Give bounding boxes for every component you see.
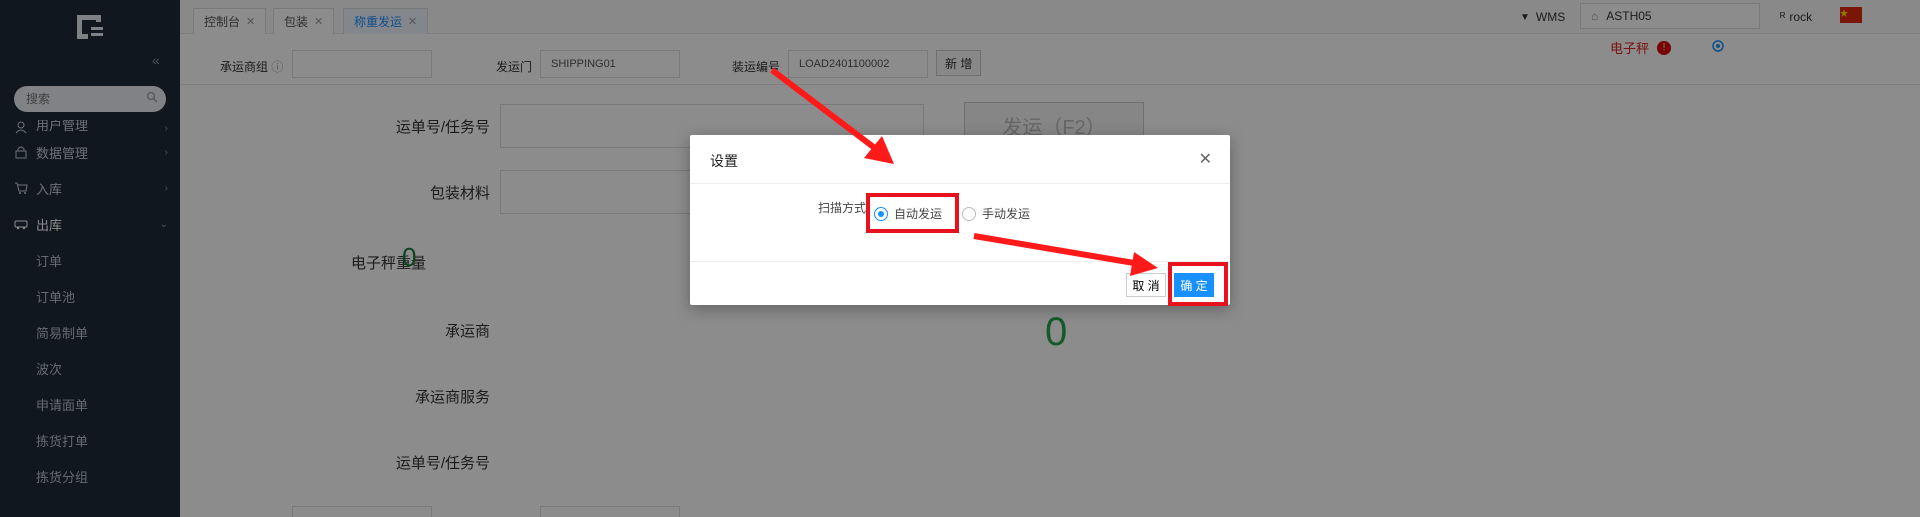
highlight-box-confirm — [1168, 262, 1228, 306]
divider — [690, 261, 1230, 262]
divider — [690, 183, 1230, 184]
close-icon[interactable]: ✕ — [1199, 149, 1212, 169]
settings-dialog: 设置 ✕ 扫描方式 自动发运 手动发运 取 消 确 定 — [690, 135, 1230, 305]
scan-mode-label: 扫描方式 — [818, 201, 867, 215]
radio-manual-ship[interactable]: 手动发运 — [962, 205, 1030, 222]
summary-weight-value: 0 — [1045, 310, 1068, 354]
radio-label: 手动发运 — [982, 207, 1031, 221]
cancel-button[interactable]: 取 消 — [1126, 273, 1166, 297]
dialog-title: 设置 — [710, 153, 738, 169]
radio-unchecked-icon — [962, 206, 976, 221]
highlight-box-auto-ship — [866, 193, 959, 233]
